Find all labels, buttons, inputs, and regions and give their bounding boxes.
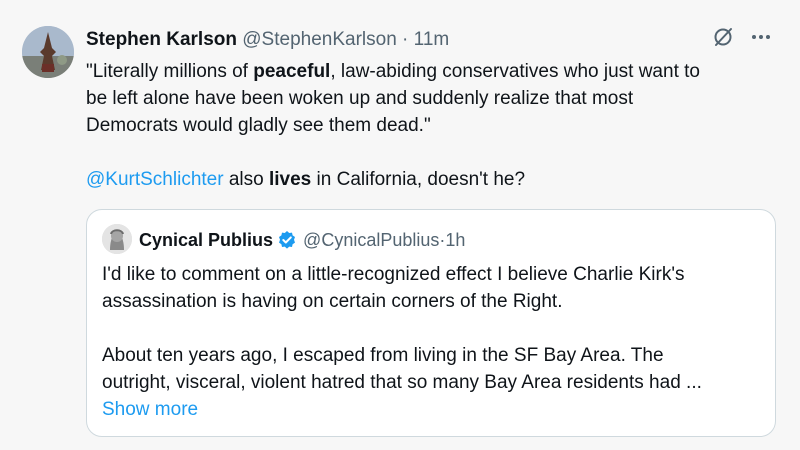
quoted-tweet-body: I'd like to comment on a little-recogniz… — [102, 261, 762, 423]
tweet-line-1: "Literally millions of peaceful, law-abi… — [86, 58, 776, 85]
show-more-line: Show more — [102, 396, 762, 423]
author-avatar[interactable] — [22, 26, 74, 78]
separator-dot: · — [402, 29, 409, 50]
quoted-author-avatar[interactable] — [102, 224, 132, 254]
mention-link[interactable]: @KurtSchlichter — [86, 169, 224, 190]
more-icon[interactable] — [750, 26, 772, 48]
quoted-line: outright, visceral, violent hatred that … — [102, 372, 702, 393]
show-more-link[interactable]: Show more — [102, 399, 198, 420]
quoted-line: I'd like to comment on a little-recogniz… — [102, 264, 685, 285]
quoted-timestamp[interactable]: 1h — [445, 228, 465, 252]
quoted-author-name[interactable]: Cynical Publius — [139, 228, 273, 252]
grok-icon[interactable] — [712, 26, 734, 48]
author-handle[interactable]: @StephenKarlson — [242, 29, 397, 50]
tweet-reply-line: @KurtSchlichter also lives in California… — [86, 166, 776, 193]
quoted-tweet-header: Cynical Publius @CynicalPublius · 1h — [139, 228, 465, 252]
tweet-line-2: be left alone have been woken up and sud… — [86, 88, 634, 109]
tweet-line-3: Democrats would gladly see them dead." — [86, 115, 431, 136]
verified-badge-icon — [277, 230, 297, 250]
quoted-author-handle[interactable]: @CynicalPublius — [303, 228, 439, 252]
text-segment: "Literally millions of — [86, 61, 254, 82]
bold-text: peaceful — [253, 61, 331, 82]
timestamp[interactable]: 11m — [414, 29, 450, 50]
tweet[interactable]: Stephen Karlson @StephenKarlson · 11m "L… — [0, 0, 800, 450]
tweet-header: Stephen Karlson @StephenKarlson · 11m — [86, 28, 449, 52]
quoted-line: assassination is having on certain corne… — [102, 291, 563, 312]
quoted-tweet[interactable]: Cynical Publius @CynicalPublius · 1h I'd… — [86, 209, 776, 437]
tweet-body: "Literally millions of peaceful, law-abi… — [86, 58, 776, 193]
author-name[interactable]: Stephen Karlson — [86, 29, 237, 50]
text-segment: , law-abiding conservatives who just wan… — [330, 61, 700, 82]
text-segment: in California, doesn't he? — [311, 169, 526, 190]
header-actions — [712, 26, 772, 48]
quoted-line: About ten years ago, I escaped from livi… — [102, 345, 664, 366]
text-segment: also — [223, 169, 269, 190]
bold-text: lives — [268, 169, 312, 190]
